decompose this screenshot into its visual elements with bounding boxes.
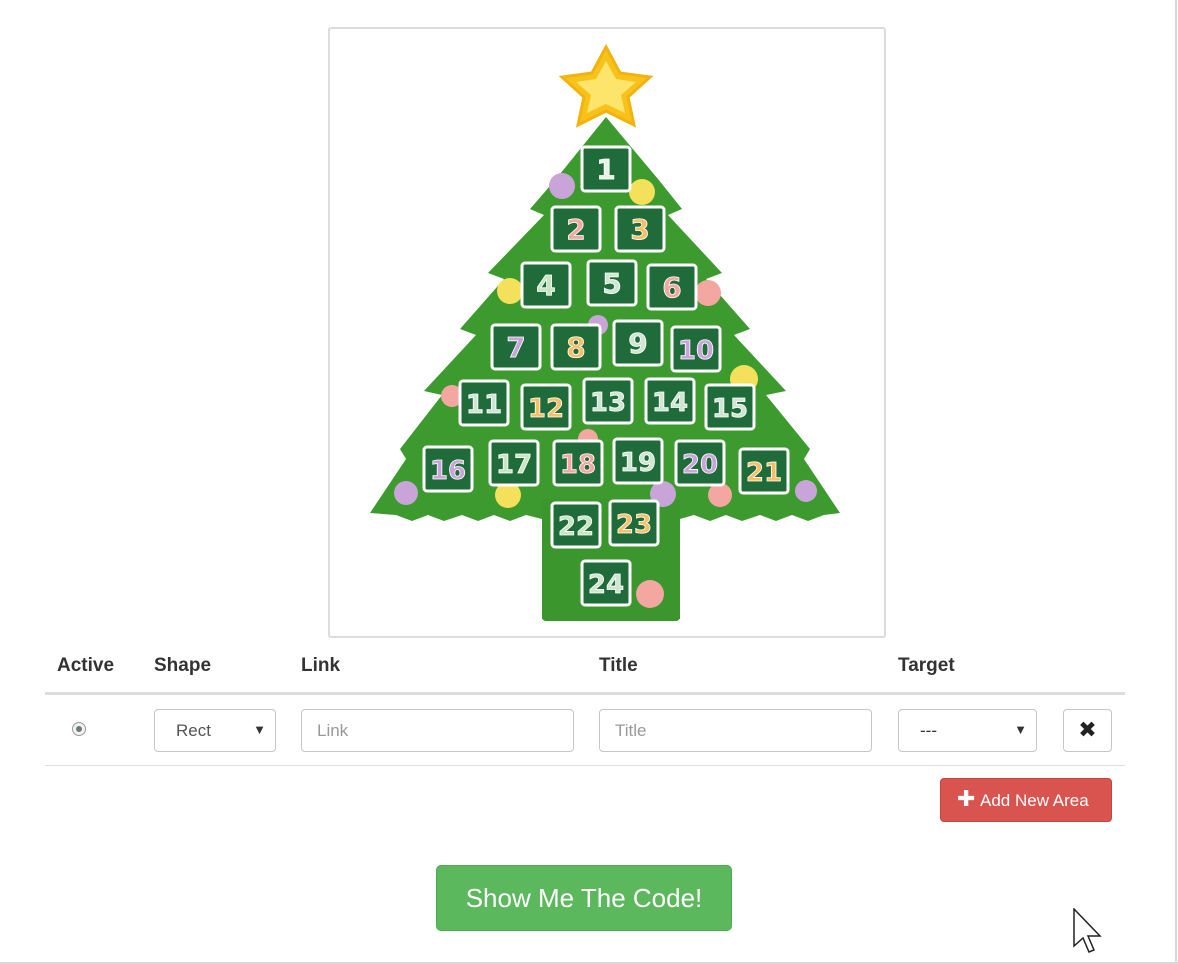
plus-icon: ✚ (957, 786, 976, 811)
link-input-placeholder: Link (317, 721, 349, 740)
advent-box-number: 11 (466, 390, 502, 420)
header-title: Title (599, 655, 638, 676)
target-select-value: --- (920, 721, 937, 740)
add-new-area-button[interactable]: ✚ Add New Area (940, 778, 1112, 822)
advent-box-number: 8 (566, 331, 585, 364)
header-target: Target (898, 655, 955, 676)
remove-area-button[interactable]: ✖ (1063, 709, 1112, 752)
title-input-placeholder: Title (615, 721, 647, 740)
show-code-button[interactable]: Show Me The Code! (436, 865, 732, 931)
advent-box-number: 16 (430, 456, 466, 486)
image-map-preview[interactable]: 1 2 3 4 5 6 7 8 9 10 11 12 13 14 15 16 17 18 19 20 21 22 23 24 (328, 27, 886, 638)
advent-box-number: 6 (662, 271, 681, 304)
tree-shape (370, 117, 840, 621)
caret-down-icon: ▼ (1014, 722, 1027, 737)
header-shape: Shape (154, 655, 212, 676)
advent-box-number: 5 (602, 267, 621, 300)
shape-select[interactable]: Rect ▼ (154, 709, 276, 752)
shape-select-value: Rect (176, 721, 211, 740)
caret-down-icon: ▼ (253, 722, 266, 737)
table-row-divider (45, 765, 1125, 766)
target-select[interactable]: --- ▼ (898, 709, 1037, 752)
advent-box-number: 9 (628, 327, 647, 360)
advent-box-number: 12 (528, 394, 564, 424)
advent-box-number: 23 (616, 510, 652, 540)
add-new-area-label: Add New Area (980, 791, 1089, 810)
christmas-tree-illustration: 12 34 5 67 8 9 1011 12 13 14 1516 17 18 19 20 2122 2324 (370, 43, 840, 621)
advent-box-number: 22 (558, 512, 594, 542)
advent-box-number: 1 (596, 153, 615, 186)
advent-box-number: 15 (712, 394, 748, 424)
advent-box-number: 10 (678, 336, 714, 366)
window-right-border (1175, 0, 1177, 964)
mouse-pointer-icon (1073, 908, 1102, 953)
advent-box-number: 14 (652, 388, 688, 418)
advent-box-number: 2 (566, 213, 585, 246)
close-icon: ✖ (1078, 717, 1097, 742)
link-input[interactable]: Link (301, 709, 574, 752)
active-radio[interactable] (72, 722, 86, 736)
advent-box-number: 13 (590, 388, 626, 418)
advent-box-number: 19 (620, 448, 656, 478)
advent-box-number: 3 (630, 213, 649, 246)
advent-box-number: 7 (506, 331, 525, 364)
advent-box-number: 4 (536, 269, 555, 302)
star-topper (558, 43, 654, 128)
advent-box-number: 21 (746, 458, 782, 488)
advent-box-number: 20 (682, 450, 718, 480)
advent-box-number: 17 (496, 450, 532, 480)
title-input[interactable]: Title (599, 709, 872, 752)
table-header-divider (45, 692, 1125, 695)
header-active: Active (57, 655, 115, 676)
advent-box-number: 24 (588, 570, 624, 600)
header-link: Link (301, 655, 341, 676)
advent-box-number: 18 (560, 450, 596, 480)
